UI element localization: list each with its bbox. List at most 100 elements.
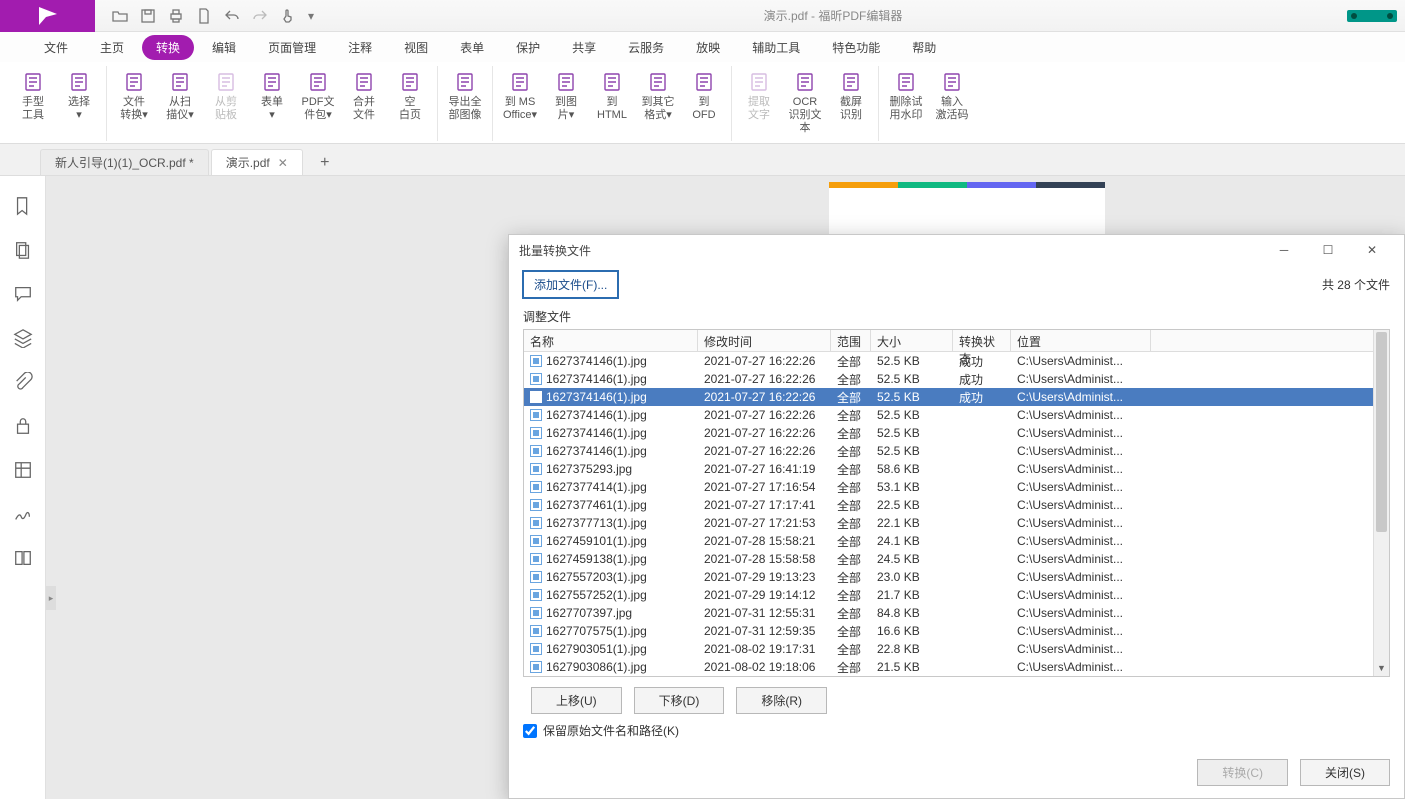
- table-row[interactable]: 1627377713(1).jpg2021-07-27 17:21:53全部22…: [524, 514, 1373, 532]
- add-files-button[interactable]: 添加文件(F)...: [523, 271, 618, 298]
- table-row[interactable]: 1627707575(1).jpg2021-07-31 12:59:35全部16…: [524, 622, 1373, 640]
- menu-保护[interactable]: 保护: [502, 35, 554, 60]
- menu-主页[interactable]: 主页: [86, 35, 138, 60]
- menu-云服务[interactable]: 云服务: [614, 35, 678, 60]
- menu-文件[interactable]: 文件: [30, 35, 82, 60]
- adjust-files-label: 调整文件: [523, 308, 1390, 325]
- table-row[interactable]: 1627374146(1).jpg2021-07-27 16:22:26全部52…: [524, 424, 1373, 442]
- table-body[interactable]: 1627374146(1).jpg2021-07-27 16:22:26全部52…: [524, 352, 1373, 676]
- table-row[interactable]: 1627903051(1).jpg2021-08-02 19:17:31全部22…: [524, 640, 1373, 658]
- table-row[interactable]: 1627707397.jpg2021-07-31 12:55:31全部84.8 …: [524, 604, 1373, 622]
- document-tab[interactable]: 演示.pdf✕: [211, 149, 303, 175]
- table-row[interactable]: 1627374146(1).jpg2021-07-27 16:22:26全部52…: [524, 406, 1373, 424]
- file-icon: [530, 355, 542, 367]
- redo-icon[interactable]: [247, 3, 273, 29]
- col-time[interactable]: 修改时间: [698, 330, 831, 351]
- table-row[interactable]: 1627374146(1).jpg2021-07-27 16:22:26全部52…: [524, 352, 1373, 370]
- convert-button[interactable]: 转换(C): [1197, 759, 1288, 786]
- ribbon: 手型 工具选择 ▾ 文件 转换▾从扫 描仪▾从剪 贴板表单 ▾PDF文 件包▾合并…: [0, 62, 1405, 144]
- dialog-maximize-button[interactable]: ☐: [1306, 235, 1350, 265]
- ribbon-file-convert[interactable]: 文件 转换▾: [113, 66, 155, 141]
- keep-original-checkbox[interactable]: 保留原始文件名和路径(K): [523, 722, 1390, 739]
- ribbon-enter-activation[interactable]: 输入 激活码: [931, 66, 973, 141]
- dialog-titlebar[interactable]: 批量转换文件 ─ ☐ ✕: [509, 235, 1404, 265]
- menu-注释[interactable]: 注释: [334, 35, 386, 60]
- bookmark-icon[interactable]: [13, 196, 33, 216]
- scroll-down-icon[interactable]: ▼: [1374, 660, 1389, 676]
- dialog-close-button[interactable]: ✕: [1350, 235, 1394, 265]
- close-button[interactable]: 关闭(S): [1300, 759, 1390, 786]
- dialog-minimize-button[interactable]: ─: [1262, 235, 1306, 265]
- new-tab-button[interactable]: +: [313, 151, 337, 175]
- menu-转换[interactable]: 转换: [142, 35, 194, 60]
- menu-页面管理[interactable]: 页面管理: [254, 35, 330, 60]
- menu-视图[interactable]: 视图: [390, 35, 442, 60]
- ribbon-blank-page[interactable]: 空 白页: [389, 66, 431, 141]
- menu-帮助[interactable]: 帮助: [898, 35, 950, 60]
- move-up-button[interactable]: 上移(U): [531, 687, 622, 714]
- col-size[interactable]: 大小: [871, 330, 953, 351]
- ribbon-remove-trial-watermark[interactable]: 删除试 用水印: [885, 66, 927, 141]
- document-tab[interactable]: 新人引导(1)(1)_OCR.pdf *: [40, 149, 209, 175]
- ribbon-to-ms-office[interactable]: 到 MS Office▾: [499, 66, 541, 141]
- touch-icon[interactable]: [275, 3, 301, 29]
- table-row[interactable]: 1627557252(1).jpg2021-07-29 19:14:12全部21…: [524, 586, 1373, 604]
- page-icon[interactable]: [191, 3, 217, 29]
- table-row[interactable]: 1627377414(1).jpg2021-07-27 17:16:54全部53…: [524, 478, 1373, 496]
- save-icon[interactable]: [135, 3, 161, 29]
- ribbon-merge-files[interactable]: 合并 文件: [343, 66, 385, 141]
- fields-icon[interactable]: [13, 460, 33, 480]
- menu-放映[interactable]: 放映: [682, 35, 734, 60]
- ribbon-to-image[interactable]: 到图 片▾: [545, 66, 587, 141]
- table-row[interactable]: 1627374146(1).jpg2021-07-27 16:22:26全部52…: [524, 370, 1373, 388]
- col-location[interactable]: 位置: [1011, 330, 1151, 351]
- ribbon-form[interactable]: 表单 ▾: [251, 66, 293, 141]
- col-status[interactable]: 转换状态: [953, 330, 1011, 351]
- undo-icon[interactable]: [219, 3, 245, 29]
- attachments-icon[interactable]: [13, 372, 33, 392]
- comments-icon[interactable]: [13, 284, 33, 304]
- file-icon: [530, 445, 542, 457]
- ribbon-hand-tool[interactable]: 手型 工具: [12, 66, 54, 141]
- table-row[interactable]: 1627903086(1).jpg2021-08-02 19:18:06全部21…: [524, 658, 1373, 676]
- keep-original-input[interactable]: [523, 724, 537, 738]
- open-icon[interactable]: [107, 3, 133, 29]
- table-row[interactable]: 1627557203(1).jpg2021-07-29 19:13:23全部23…: [524, 568, 1373, 586]
- col-name[interactable]: 名称: [524, 330, 698, 351]
- ribbon-from-clipboard: 从剪 贴板: [205, 66, 247, 141]
- ribbon-ocr-recognize[interactable]: OCR 识别文本: [784, 66, 826, 141]
- remove-button[interactable]: 移除(R): [736, 687, 827, 714]
- ribbon-to-ofd[interactable]: 到 OFD: [683, 66, 725, 141]
- ribbon-select[interactable]: 选择 ▾: [58, 66, 100, 141]
- ribbon-screenshot-ocr[interactable]: 截屏 识别: [830, 66, 872, 141]
- menu-辅助工具[interactable]: 辅助工具: [738, 35, 814, 60]
- signature-icon[interactable]: [13, 504, 33, 524]
- table-row[interactable]: 1627459101(1).jpg2021-07-28 15:58:21全部24…: [524, 532, 1373, 550]
- move-down-button[interactable]: 下移(D): [634, 687, 725, 714]
- table-row[interactable]: 1627374146(1).jpg2021-07-27 16:22:26全部52…: [524, 442, 1373, 460]
- table-row[interactable]: 1627459138(1).jpg2021-07-28 15:58:58全部24…: [524, 550, 1373, 568]
- table-row[interactable]: 1627374146(1).jpg2021-07-27 16:22:26全部52…: [524, 388, 1373, 406]
- table-scrollbar[interactable]: ▲ ▼: [1373, 330, 1389, 676]
- ribbon-from-scanner[interactable]: 从扫 描仪▾: [159, 66, 201, 141]
- ribbon-to-other[interactable]: 到其它 格式▾: [637, 66, 679, 141]
- col-range[interactable]: 范围: [831, 330, 871, 351]
- ribbon-export-all-images[interactable]: 导出全 部图像: [444, 66, 486, 141]
- layers-icon[interactable]: [13, 328, 33, 348]
- print-icon[interactable]: [163, 3, 189, 29]
- close-tab-icon[interactable]: ✕: [278, 156, 288, 170]
- menu-特色功能[interactable]: 特色功能: [818, 35, 894, 60]
- pages-icon[interactable]: [13, 240, 33, 260]
- compare-icon[interactable]: [13, 548, 33, 568]
- scroll-thumb[interactable]: [1376, 332, 1387, 532]
- ribbon-pdf-package[interactable]: PDF文 件包▾: [297, 66, 339, 141]
- ribbon-to-html[interactable]: 到 HTML: [591, 66, 633, 141]
- merge-files-icon: [352, 70, 376, 94]
- qat-dropdown-icon[interactable]: ▾: [303, 3, 319, 29]
- table-row[interactable]: 1627377461(1).jpg2021-07-27 17:17:41全部22…: [524, 496, 1373, 514]
- menu-编辑[interactable]: 编辑: [198, 35, 250, 60]
- menu-表单[interactable]: 表单: [446, 35, 498, 60]
- security-icon[interactable]: [13, 416, 33, 436]
- table-row[interactable]: 1627375293.jpg2021-07-27 16:41:19全部58.6 …: [524, 460, 1373, 478]
- menu-共享[interactable]: 共享: [558, 35, 610, 60]
